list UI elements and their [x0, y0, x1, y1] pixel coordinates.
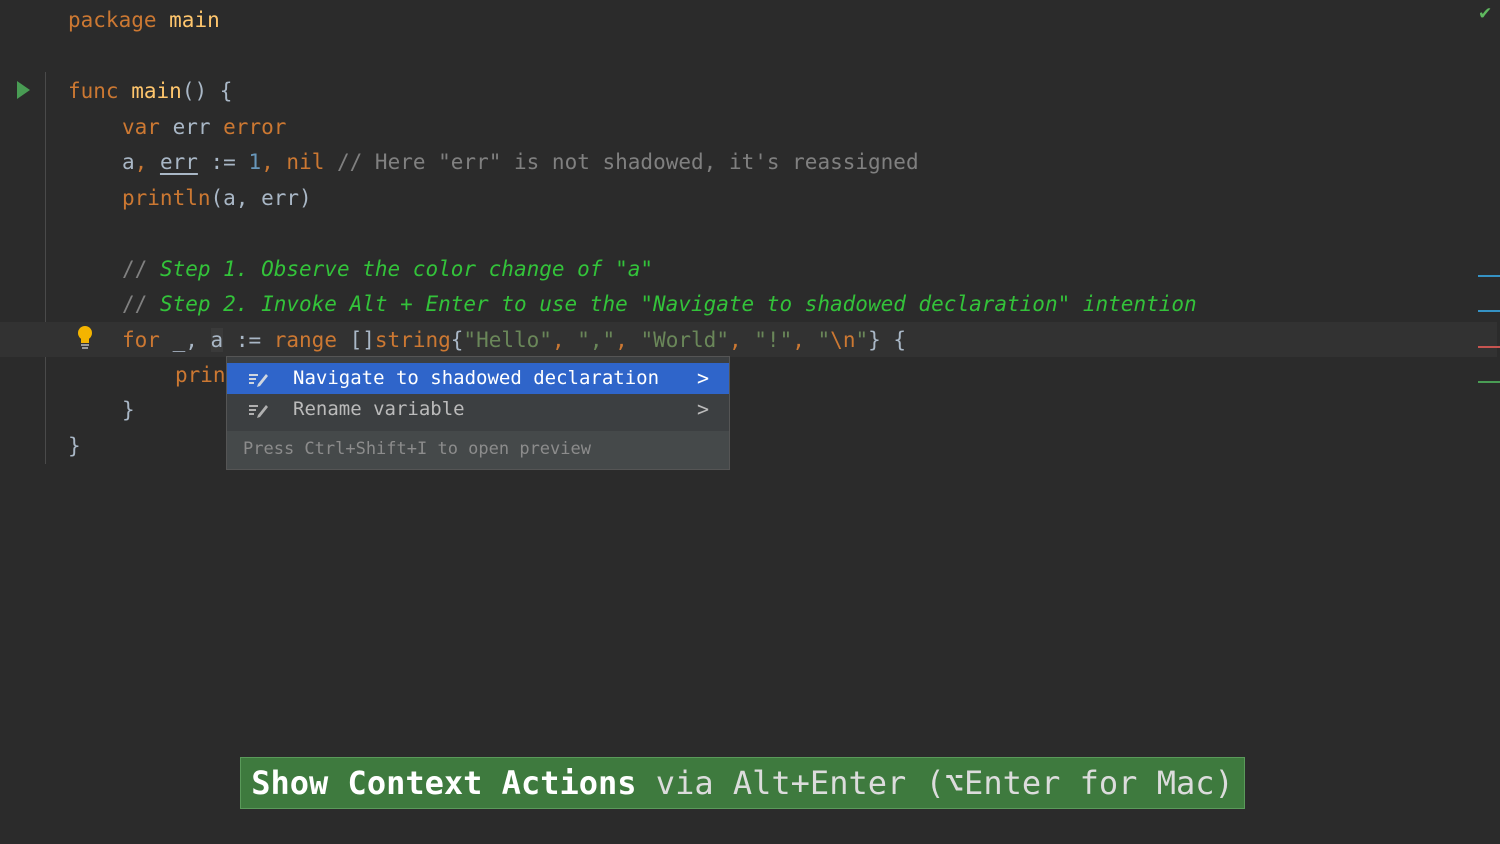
token-brace: } — [68, 434, 81, 458]
code-line-for[interactable]: for _, a := range []string{"Hello", ",",… — [122, 323, 906, 357]
popup-footer: Press Ctrl+Shift+I to open preview — [227, 431, 729, 469]
popup-item-label: Rename variable — [293, 398, 465, 420]
scrollbar-marker[interactable] — [1478, 381, 1500, 383]
token-punct: _, — [159, 328, 211, 352]
token-ident-shadowing[interactable]: a — [210, 328, 224, 352]
token-punct: { — [450, 328, 464, 352]
token-punct: , — [615, 328, 641, 352]
token-punct: , — [792, 328, 818, 352]
popup-item-navigate[interactable]: Navigate to shadowed declaration > — [227, 363, 729, 394]
code-comment-step2[interactable]: // Step 2. Invoke Alt + Enter to use the… — [122, 287, 1197, 321]
code-line-var[interactable]: var err error — [122, 110, 286, 144]
token-ident: err — [159, 115, 224, 139]
popup-item-label: Navigate to shadowed declaration — [293, 367, 660, 389]
token-package-name: main — [156, 8, 220, 32]
code-line-println[interactable]: println(a, err) — [122, 181, 312, 215]
intention-pencil-icon — [249, 374, 268, 387]
token-punct: } { — [868, 328, 907, 352]
token-comment-text: Step 1. Observe the color change of "a" — [159, 257, 654, 281]
token-keyword: func — [68, 79, 119, 103]
shortcut-banner: Show Context Actions via Alt+Enter (⌥Ent… — [240, 757, 1245, 809]
token-nil: nil — [286, 150, 325, 174]
banner-shortcut: via Alt+Enter (⌥Enter for Mac) — [636, 764, 1234, 802]
gutter-fold-line — [45, 72, 46, 464]
token-type: error — [223, 115, 287, 139]
context-actions-popup: Navigate to shadowed declaration > Renam… — [226, 356, 730, 470]
token-keyword: for — [122, 328, 160, 352]
token-punct: , — [551, 328, 578, 352]
chevron-right-icon[interactable]: > — [697, 394, 709, 425]
token-ident: a — [122, 150, 135, 174]
run-icon[interactable] — [17, 81, 30, 99]
token-number: 1 — [248, 150, 262, 174]
token-string: " — [817, 328, 831, 352]
token-comment: // Here "err" is not shadowed, it's reas… — [324, 150, 919, 174]
token-builtin: prin — [175, 363, 226, 387]
code-line-package[interactable]: package main — [68, 3, 220, 37]
token-brace: } — [122, 398, 135, 422]
token-punct: , — [134, 150, 160, 174]
token-comment-prefix: // — [122, 257, 160, 281]
code-line-func[interactable]: func main() { — [68, 74, 232, 108]
code-line-assign[interactable]: a, err := 1, nil // Here "err" is not sh… — [122, 145, 919, 179]
token-punct: [] — [336, 328, 375, 352]
token-args: (a, err) — [210, 186, 312, 210]
chevron-right-icon[interactable]: > — [697, 363, 709, 394]
intention-pencil-icon — [249, 405, 268, 418]
token-keyword: package — [68, 8, 157, 32]
scrollbar-marker[interactable] — [1478, 346, 1500, 348]
token-punct: , — [728, 328, 755, 352]
banner-action-name: Show Context Actions — [251, 764, 637, 802]
code-line-println2[interactable]: prin — [175, 358, 226, 392]
scrollbar-marker[interactable] — [1478, 275, 1500, 277]
token-string: "!" — [754, 328, 793, 352]
code-line-close-func[interactable]: } — [68, 429, 81, 463]
token-escape: \n — [830, 328, 856, 352]
token-punct: , — [261, 150, 287, 174]
scrollbar-marker[interactable] — [1478, 310, 1500, 312]
code-line-close-for[interactable]: } — [122, 393, 135, 427]
token-function: main — [131, 79, 182, 103]
token-string: " — [855, 328, 869, 352]
token-keyword: range — [273, 328, 337, 352]
token-keyword: var — [122, 115, 160, 139]
token-comment-text: Step 2. Invoke Alt + Enter to use the "N… — [159, 292, 1197, 316]
code-comment-step1[interactable]: // Step 1. Observe the color change of "… — [122, 252, 653, 286]
token-string: "," — [577, 328, 616, 352]
token-type: string — [374, 328, 451, 352]
token-op: := — [223, 328, 274, 352]
check-icon: ✔ — [1478, 4, 1493, 24]
token-builtin: println — [122, 186, 211, 210]
popup-footer-hint: Press Ctrl+Shift+I to open preview — [243, 439, 591, 459]
token-ident-reassigned: err — [159, 150, 198, 174]
popup-item-rename[interactable]: Rename variable > — [227, 394, 729, 425]
token-string: "Hello" — [463, 328, 552, 352]
intention-bulb-icon[interactable] — [76, 325, 94, 349]
token-op: := — [197, 150, 249, 174]
token-punct: () { — [181, 79, 233, 103]
token-string: "World" — [640, 328, 729, 352]
token-comment-prefix: // — [122, 292, 160, 316]
